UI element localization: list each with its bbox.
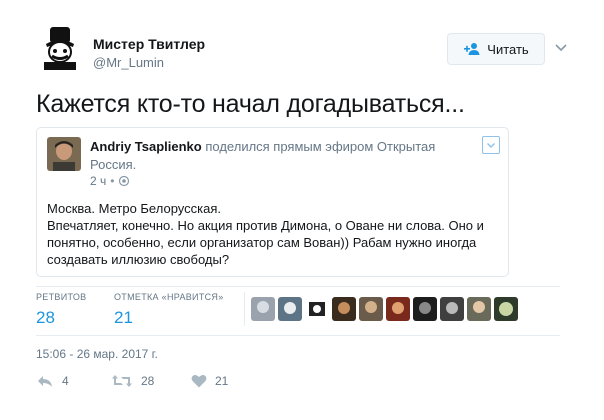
quoted-author-name[interactable]: Andriy Tsaplienko xyxy=(90,139,202,154)
follow-label: Читать xyxy=(487,41,529,57)
retweet-count: 28 xyxy=(141,374,155,388)
liker-avatar[interactable] xyxy=(494,297,518,321)
like-action[interactable]: 21 xyxy=(191,374,228,388)
author-name[interactable]: Мистер Твитлер xyxy=(93,36,205,52)
quoted-body-line: Впечатляет, конечно. Но акция против Дим… xyxy=(47,218,484,267)
quoted-time: 2 ч • xyxy=(90,174,130,188)
liker-avatar[interactable] xyxy=(467,297,491,321)
divider xyxy=(36,335,560,336)
retweets-count: 28 xyxy=(36,308,55,327)
follow-user-icon xyxy=(464,43,480,55)
liker-avatars xyxy=(251,297,518,321)
liker-avatar[interactable] xyxy=(413,297,437,321)
retweets-stat[interactable]: РЕТВИТОВ 28 xyxy=(36,292,86,328)
quoted-body-line: Москва. Метро Белорусская. xyxy=(47,201,221,216)
liker-avatar[interactable] xyxy=(251,297,275,321)
likes-count: 21 xyxy=(114,308,133,327)
quoted-tweet[interactable]: Andriy Tsaplienko поделился прямым эфиро… xyxy=(36,127,509,277)
reply-icon xyxy=(38,376,52,387)
retweets-label: РЕТВИТОВ xyxy=(36,292,87,302)
live-icon xyxy=(119,175,130,187)
quoted-header: Andriy Tsaplienko поделился прямым эфиро… xyxy=(90,138,470,174)
quoted-time-text[interactable]: 2 ч xyxy=(90,174,106,188)
liker-avatar[interactable] xyxy=(332,297,356,321)
heart-icon xyxy=(191,374,207,388)
retweet-action[interactable]: 28 xyxy=(111,374,154,388)
liker-avatar[interactable] xyxy=(386,297,410,321)
chevron-down-icon xyxy=(487,143,495,148)
follow-button[interactable]: Читать xyxy=(447,33,545,65)
tweet-timestamp[interactable]: 15:06 - 26 мар. 2017 г. xyxy=(36,347,158,361)
quoted-author-avatar[interactable] xyxy=(47,137,81,171)
author-handle[interactable]: @Mr_Lumin xyxy=(93,55,164,70)
divider xyxy=(244,292,245,326)
liker-avatar[interactable] xyxy=(278,297,302,321)
like-count: 21 xyxy=(215,374,229,388)
likes-stat[interactable]: ОТМЕТКА «НРАВИТСЯ» 21 xyxy=(114,292,224,328)
tweet-text: Кажется кто-то начал догадываться... xyxy=(36,90,465,118)
liker-avatar[interactable] xyxy=(305,297,329,321)
likes-label: ОТМЕТКА «НРАВИТСЯ» xyxy=(114,292,224,302)
liker-avatar[interactable] xyxy=(359,297,383,321)
quoted-body: Москва. Метро Белорусская. Впечатляет, к… xyxy=(47,200,499,268)
quoted-menu-button[interactable] xyxy=(482,136,500,154)
divider xyxy=(36,286,560,287)
retweet-icon xyxy=(112,375,132,387)
author-avatar[interactable] xyxy=(36,22,84,70)
globe-icon: • xyxy=(110,174,115,188)
chevron-down-icon[interactable] xyxy=(554,40,568,54)
reply-count: 4 xyxy=(62,374,69,388)
liker-avatar[interactable] xyxy=(440,297,464,321)
tweet-header: Мистер Твитлер @Mr_Lumin Читать xyxy=(36,22,596,78)
quoted-action-text: поделился прямым эфиром xyxy=(205,139,374,154)
reply-action[interactable]: 4 xyxy=(36,374,69,388)
